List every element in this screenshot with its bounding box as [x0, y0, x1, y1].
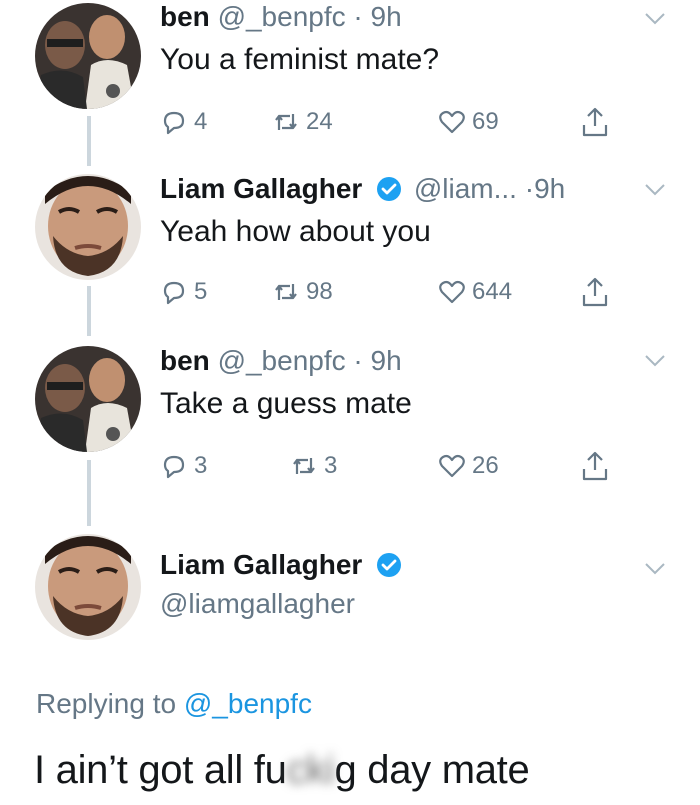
like-button[interactable]: 26 [438, 452, 499, 480]
share-icon [580, 450, 610, 482]
like-count: 69 [472, 108, 499, 135]
chevron-down-icon[interactable] [644, 562, 666, 576]
avatar[interactable] [35, 3, 141, 109]
avatar[interactable] [35, 174, 141, 280]
retweet-button[interactable]: 24 [272, 108, 333, 136]
share-button[interactable] [580, 450, 610, 482]
tweet-3[interactable]: ben @_benpfc · 9h Take a guess mate 3 3 … [0, 340, 700, 530]
like-button[interactable]: 644 [438, 278, 512, 306]
reply-count: 5 [194, 278, 208, 305]
chevron-down-icon[interactable] [644, 12, 666, 26]
tweet-text: Take a guess mate [160, 387, 412, 420]
timestamp[interactable]: 9h [534, 173, 565, 204]
chevron-down-icon[interactable] [644, 354, 666, 368]
tweet-2[interactable]: Liam Gallagher @liam... ·9h Yeah how abo… [0, 170, 700, 340]
verified-badge-icon [376, 552, 402, 578]
like-count: 26 [472, 452, 499, 479]
thread-line [87, 116, 91, 166]
reply-icon [160, 452, 188, 480]
replying-prefix: Replying to [36, 688, 177, 719]
retweet-icon [290, 452, 318, 480]
separator-dot: · [353, 1, 363, 32]
replying-mention-link[interactable]: @_benpfc [184, 688, 312, 719]
separator-dot: · [524, 173, 535, 204]
separator-dot: · [353, 345, 363, 376]
reply-button[interactable]: 5 [160, 278, 207, 306]
like-count: 644 [472, 278, 513, 305]
main-text-end: g day mate [334, 748, 530, 792]
tweet-header: Liam Gallagher [160, 548, 406, 582]
display-name[interactable]: Liam Gallagher [160, 549, 362, 580]
thread-line [87, 460, 91, 526]
liam-avatar-image [35, 174, 141, 280]
avatar[interactable] [35, 346, 141, 452]
display-name[interactable]: Liam Gallagher [160, 173, 362, 204]
main-text-start: I ain’t got all fu [34, 748, 287, 792]
liam-avatar-image [35, 534, 141, 640]
share-icon [580, 106, 610, 138]
tweet-1[interactable]: ben @_benpfc · 9h You a feminist mate? 4… [0, 0, 700, 170]
tweet-header: ben @_benpfc · 9h [160, 344, 402, 378]
display-name[interactable]: ben [160, 1, 210, 32]
display-name[interactable]: ben [160, 345, 210, 376]
reply-button[interactable]: 4 [160, 108, 207, 136]
retweet-count: 24 [306, 108, 333, 135]
like-icon [438, 452, 466, 480]
main-tweet-text: I ain’t got all fuckig day mate [34, 746, 530, 794]
retweet-button[interactable]: 98 [272, 278, 333, 306]
timestamp[interactable]: 9h [371, 345, 402, 376]
retweet-count: 98 [306, 278, 333, 305]
retweet-icon [272, 108, 300, 136]
reply-count: 3 [194, 452, 208, 479]
action-bar: 3 3 26 [160, 450, 630, 486]
tweet-header: ben @_benpfc · 9h [160, 0, 402, 34]
share-button[interactable] [580, 276, 610, 308]
action-bar: 5 98 644 [160, 276, 630, 312]
timestamp[interactable]: 9h [371, 1, 402, 32]
tweet-text: You a feminist mate? [160, 43, 440, 76]
username[interactable]: @liam... [414, 173, 517, 204]
tweet-text: Yeah how about you [160, 215, 431, 248]
reply-button[interactable]: 3 [160, 452, 207, 480]
retweet-icon [272, 278, 300, 306]
main-text-blurred: cki [286, 748, 335, 792]
verified-badge-icon [376, 176, 402, 202]
ben-avatar-image [35, 346, 141, 452]
username[interactable]: @_benpfc [218, 345, 346, 376]
replying-to: Replying to @_benpfc [36, 688, 312, 720]
reply-icon [160, 278, 188, 306]
reply-icon [160, 108, 188, 136]
thread-line [87, 286, 91, 336]
avatar[interactable] [35, 534, 141, 640]
share-icon [580, 276, 610, 308]
username[interactable]: @_benpfc [218, 1, 346, 32]
retweet-count: 3 [324, 452, 338, 479]
like-button[interactable]: 69 [438, 108, 499, 136]
share-button[interactable] [580, 106, 610, 138]
username[interactable]: @liamgallagher [160, 588, 355, 620]
action-bar: 4 24 69 [160, 106, 630, 142]
retweet-button[interactable]: 3 [290, 452, 337, 480]
tweet-header: Liam Gallagher @liam... ·9h [160, 172, 565, 206]
ben-avatar-image [35, 3, 141, 109]
like-icon [438, 108, 466, 136]
reply-count: 4 [194, 108, 208, 135]
chevron-down-icon[interactable] [644, 183, 666, 197]
like-icon [438, 278, 466, 306]
